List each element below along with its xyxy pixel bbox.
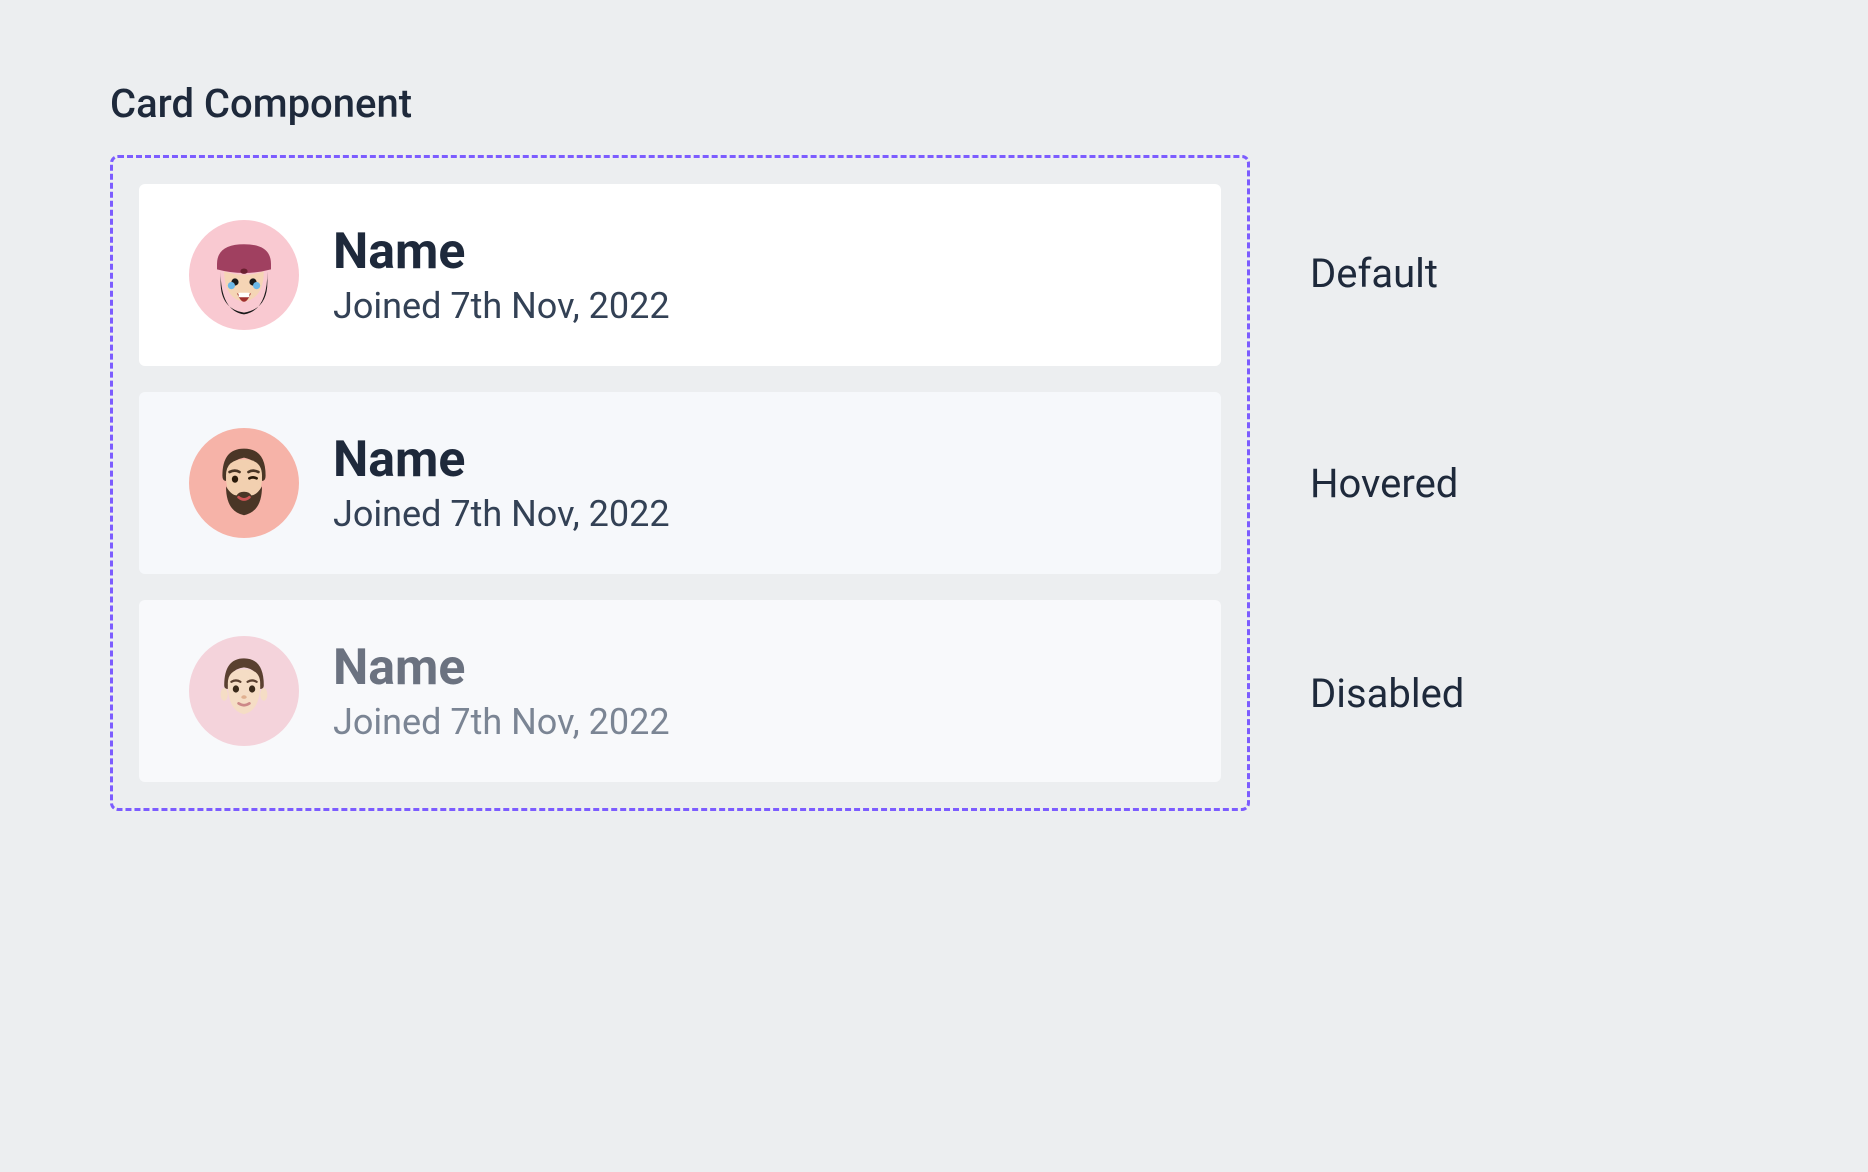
card-subtitle: Joined 7th Nov, 2022: [333, 285, 670, 327]
avatar: [189, 636, 299, 746]
state-label-hovered: Hovered: [1310, 392, 1464, 574]
card-text: Name Joined 7th Nov, 2022: [333, 223, 670, 327]
layout-row: Name Joined 7th Nov, 2022: [110, 155, 1758, 811]
card-name: Name: [333, 431, 670, 489]
card-disabled: Name Joined 7th Nov, 2022: [139, 600, 1221, 782]
card-hovered[interactable]: Name Joined 7th Nov, 2022: [139, 392, 1221, 574]
state-label-disabled: Disabled: [1310, 602, 1464, 784]
memoji-beard-icon: [199, 436, 289, 530]
section-title: Card Component: [110, 80, 1758, 127]
memoji-hat-icon: [199, 228, 289, 322]
state-label-default: Default: [1310, 182, 1464, 364]
card-text: Name Joined 7th Nov, 2022: [333, 639, 670, 743]
card-subtitle: Joined 7th Nov, 2022: [333, 701, 670, 743]
avatar: [189, 428, 299, 538]
component-frame: Name Joined 7th Nov, 2022: [110, 155, 1250, 811]
card-name: Name: [333, 223, 670, 281]
memoji-plain-icon: [199, 644, 289, 738]
card-name: Name: [333, 639, 670, 697]
card-text: Name Joined 7th Nov, 2022: [333, 431, 670, 535]
avatar: [189, 220, 299, 330]
state-labels-column: Default Hovered Disabled: [1310, 155, 1464, 811]
card-subtitle: Joined 7th Nov, 2022: [333, 493, 670, 535]
card-default[interactable]: Name Joined 7th Nov, 2022: [139, 184, 1221, 366]
